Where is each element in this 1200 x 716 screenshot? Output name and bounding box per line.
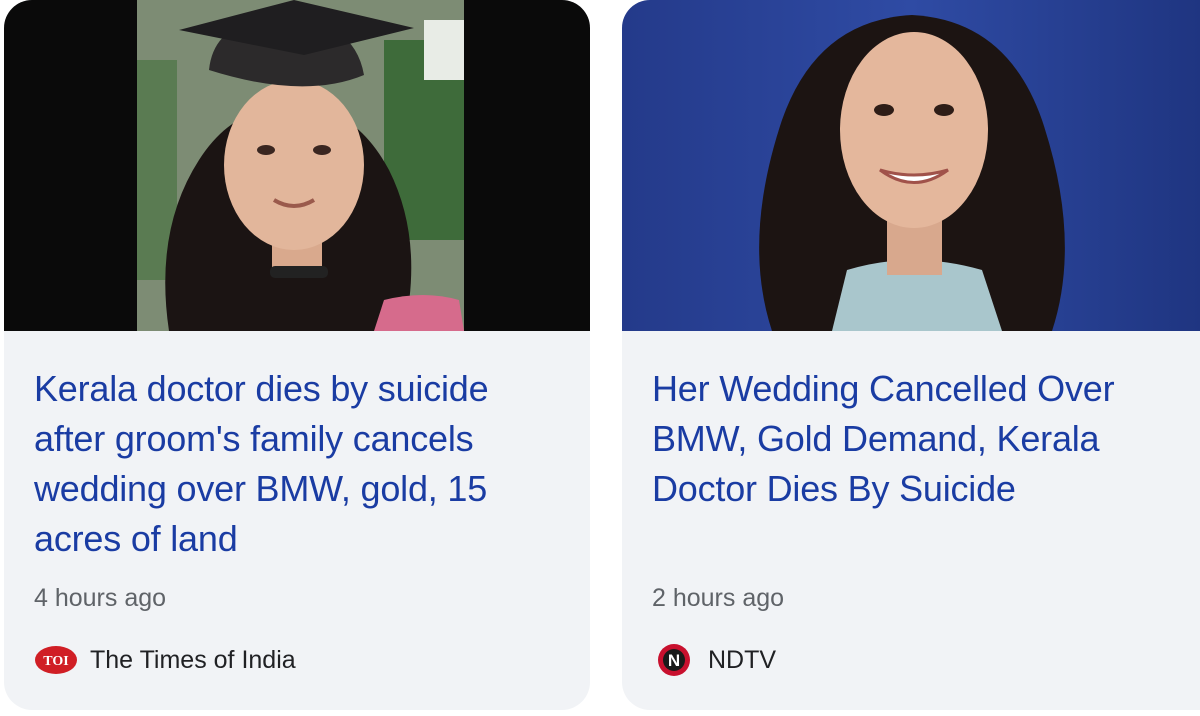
source-name: The Times of India [90, 646, 296, 674]
headline-link[interactable]: Her Wedding Cancelled Over BMW, Gold Dem… [652, 364, 1176, 514]
published-time: 4 hours ago [34, 584, 167, 612]
news-thumbnail[interactable] [4, 0, 590, 331]
news-source[interactable]: N NDTV [652, 644, 776, 676]
news-thumbnail[interactable] [622, 0, 1200, 331]
news-photo-image [622, 0, 1200, 331]
news-carousel: Kerala doctor dies by suicide after groo… [0, 0, 1200, 716]
toi-logo-icon: TOI [34, 644, 78, 676]
published-time: 2 hours ago [652, 584, 785, 612]
ndtv-logo-icon: N [652, 644, 696, 676]
toi-logo-text: TOI [43, 654, 68, 669]
headline-link[interactable]: Kerala doctor dies by suicide after groo… [34, 364, 566, 564]
news-card[interactable]: Kerala doctor dies by suicide after groo… [4, 0, 590, 710]
news-source[interactable]: TOI The Times of India [34, 644, 296, 676]
ndtv-logo-text: N [668, 651, 680, 670]
news-photo-image [4, 0, 590, 331]
news-card[interactable]: Her Wedding Cancelled Over BMW, Gold Dem… [622, 0, 1200, 710]
source-name: NDTV [708, 646, 777, 674]
